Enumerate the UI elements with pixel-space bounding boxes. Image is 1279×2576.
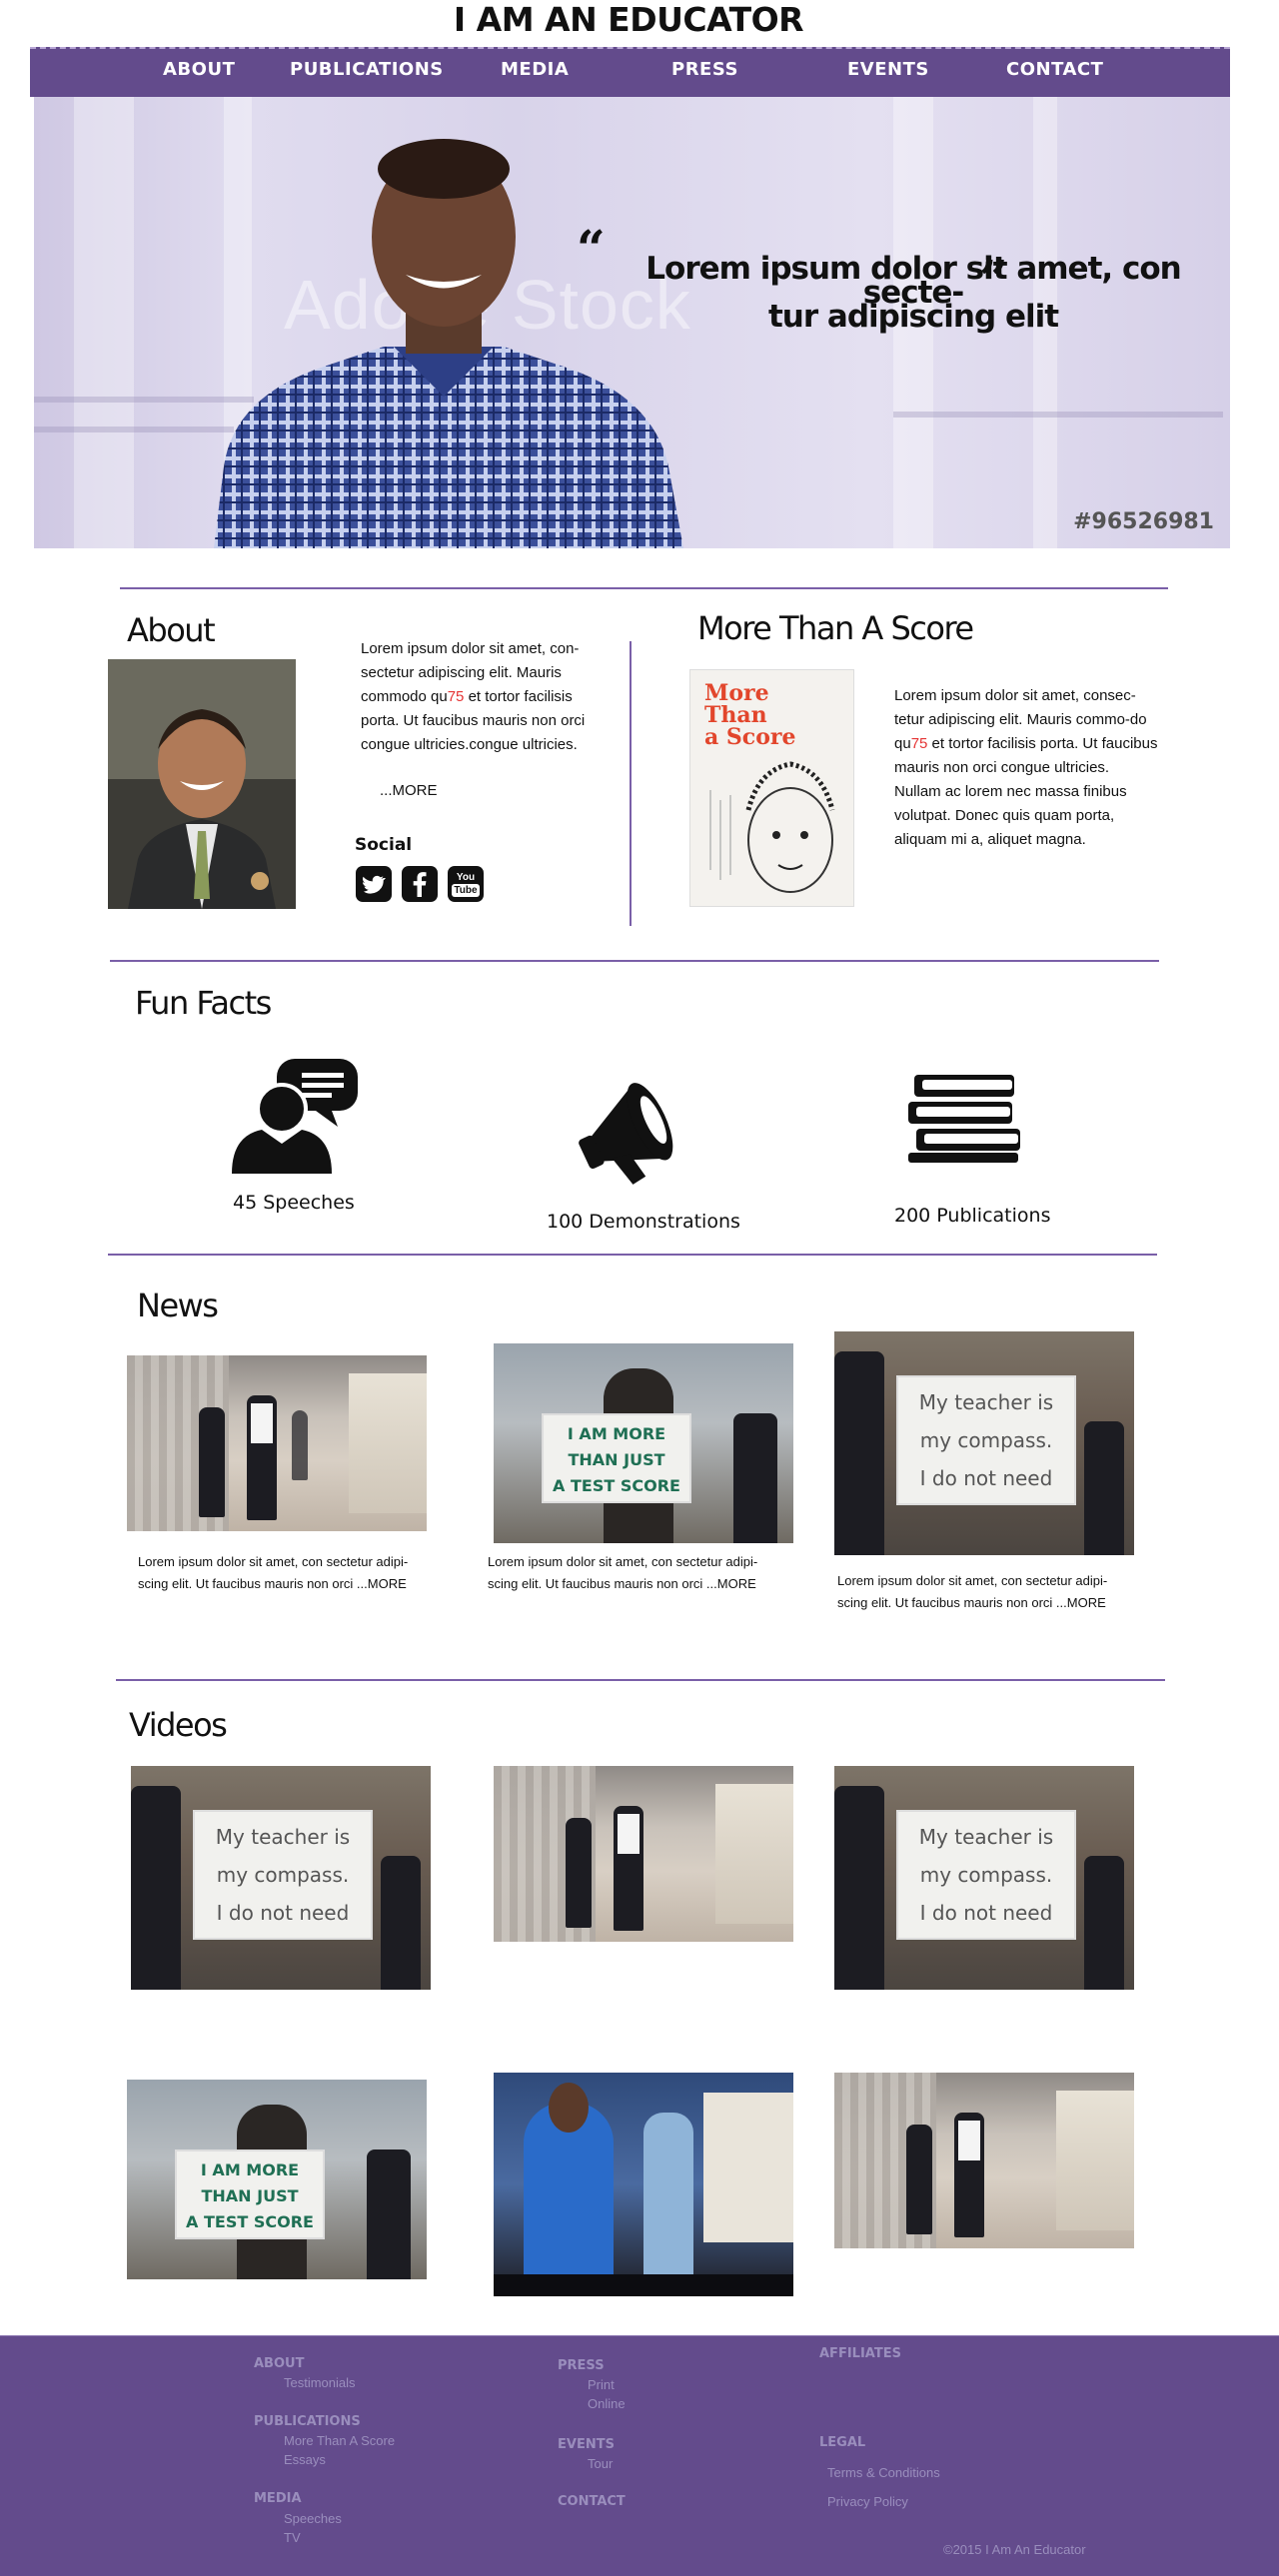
about-more-link[interactable]: ...MORE: [380, 782, 438, 799]
twitter-icon[interactable]: [356, 866, 392, 902]
compass-sign-video-1: My teacher is my compass. I do not need: [193, 1810, 373, 1940]
video-thumb-tv-interview[interactable]: [494, 2073, 793, 2296]
main-navbar: ABOUT PUBLICATIONS MEDIA PRESS EVENTS CO…: [30, 47, 1230, 97]
news-caption-1: Lorem ipsum dolor sit amet, con sectetur…: [138, 1554, 409, 1591]
news-photo-test-score-sign[interactable]: I AM MORE THAN JUST A TEST SCORE: [494, 1343, 793, 1543]
compass-sign-video-2: My teacher is my compass. I do not need: [896, 1810, 1076, 1940]
hero-quote-line-1: Lorem ipsum dolor sit amet, con secte-: [645, 251, 1181, 311]
divider-2: [110, 960, 1159, 962]
video-thumb-hallway-2[interactable]: [834, 2073, 1134, 2248]
footer-copyright: ©2015 I Am An Educator: [943, 2542, 1086, 2557]
compass-sign-video-1-line-3: I do not need: [216, 1901, 350, 1925]
nav-contact[interactable]: CONTACT: [1006, 59, 1103, 80]
footer-speeches-link[interactable]: Speeches: [284, 2511, 342, 2526]
footer-events-link[interactable]: EVENTS: [558, 2437, 615, 2452]
nav-publications[interactable]: PUBLICATIONS: [290, 59, 444, 80]
nav-about[interactable]: ABOUT: [163, 59, 235, 80]
news-heading: News: [137, 1287, 219, 1324]
divider-1: [120, 587, 1168, 589]
score-heading: More Than A Score: [697, 609, 974, 647]
compass-sign-news: My teacher is my compass. I do not need: [896, 1375, 1076, 1505]
site-title: I AM AN EDUCATOR: [453, 0, 804, 39]
news-caption-3: Lorem ipsum dolor sit amet, con sectetur…: [837, 1573, 1108, 1610]
test-score-sign-video: I AM MORE THAN JUST A TEST SCORE: [175, 2149, 325, 2239]
hero-quote-line-2: tur adipiscing elit: [767, 299, 1059, 335]
test-score-sign-news: I AM MORE THAN JUST A TEST SCORE: [542, 1413, 691, 1503]
nav-press[interactable]: PRESS: [671, 59, 738, 80]
score-text-part-2: et tortor facilisis porta. Ut faucibus m…: [894, 735, 1158, 848]
books-icon: [908, 1075, 1020, 1163]
book-cover-sketch: [709, 761, 835, 893]
video-thumb-test-score[interactable]: I AM MORE THAN JUST A TEST SCORE: [127, 2080, 427, 2279]
about-portrait: [108, 659, 296, 909]
test-score-sign-video-line-1: I AM MORE: [200, 2160, 300, 2179]
speaker-icon: [232, 1059, 358, 1174]
footer-online-link[interactable]: Online: [588, 2396, 626, 2411]
site-footer: ABOUT Testimonials PUBLICATIONS More Tha…: [0, 2335, 1279, 2576]
fact-demonstrations-label: 100 Demonstrations: [547, 1211, 740, 1233]
footer-privacy-link[interactable]: Privacy Policy: [827, 2494, 908, 2509]
about-heading: About: [127, 611, 216, 649]
news-photo-hallway[interactable]: [127, 1355, 427, 1531]
footer-publications-link[interactable]: PUBLICATIONS: [254, 2414, 361, 2429]
about-text-highlight: 75: [447, 688, 465, 705]
youtube-icon-tube: Tube: [452, 884, 480, 897]
test-score-sign-news-line-1: I AM MORE: [567, 1424, 666, 1443]
footer-more-than-a-score-link[interactable]: More Than A Score: [284, 2433, 395, 2448]
youtube-icon-you: You: [456, 872, 476, 883]
footer-affiliates-link[interactable]: AFFILIATES: [819, 2346, 901, 2361]
facebook-icon[interactable]: [402, 866, 438, 902]
social-label: Social: [355, 835, 413, 855]
stock-id: #96526981: [1073, 509, 1214, 534]
book-cover[interactable]: More Than a Score: [689, 669, 854, 907]
footer-essays-link[interactable]: Essays: [284, 2452, 326, 2467]
compass-sign-news-line-2: my compass.: [919, 1428, 1053, 1452]
video-thumb-compass-2[interactable]: My teacher is my compass. I do not need: [834, 1766, 1134, 1990]
compass-sign-news-line-1: My teacher is: [918, 1390, 1054, 1414]
footer-tour-link[interactable]: Tour: [588, 2456, 613, 2471]
nav-media[interactable]: MEDIA: [501, 59, 569, 80]
hero-banner: Adobe Stock “ ” Lorem ipsum dolor sit am…: [34, 97, 1230, 548]
youtube-icon[interactable]: You Tube: [448, 866, 484, 902]
news-caption-2: Lorem ipsum dolor sit amet, con sectetur…: [488, 1554, 758, 1591]
footer-terms-link[interactable]: Terms & Conditions: [827, 2465, 940, 2480]
videos-heading: Videos: [129, 1706, 228, 1744]
footer-tv-link[interactable]: TV: [284, 2530, 301, 2545]
nav-events[interactable]: EVENTS: [847, 59, 929, 80]
hero-quote: Lorem ipsum dolor sit amet, con secte- t…: [594, 251, 1230, 335]
video-thumb-compass-1[interactable]: My teacher is my compass. I do not need: [131, 1766, 431, 1990]
footer-print-link[interactable]: Print: [588, 2377, 615, 2392]
compass-sign-video-2-line-3: I do not need: [919, 1901, 1053, 1925]
test-score-sign-video-line-3: A TEST SCORE: [186, 2212, 314, 2231]
score-text: Lorem ipsum dolor sit amet, consec-tetur…: [894, 684, 1159, 852]
test-score-sign-news-line-3: A TEST SCORE: [553, 1476, 680, 1495]
video-thumb-hallway-1[interactable]: [494, 1766, 793, 1942]
footer-legal-link[interactable]: LEGAL: [819, 2435, 865, 2450]
divider-3: [108, 1254, 1157, 1256]
megaphone-icon: [579, 1083, 673, 1185]
compass-sign-news-line-3: I do not need: [919, 1466, 1053, 1490]
compass-sign-video-2-line-1: My teacher is: [918, 1825, 1054, 1849]
about-text: Lorem ipsum dolor sit amet, con-sectetur…: [361, 637, 611, 757]
fact-publications-label: 200 Publications: [894, 1205, 1051, 1227]
divider-4: [116, 1679, 1165, 1681]
about-vertical-divider: [630, 641, 632, 926]
footer-press-link[interactable]: PRESS: [558, 2358, 605, 2373]
footer-about-link[interactable]: ABOUT: [254, 2356, 304, 2371]
test-score-sign-news-line-2: THAN JUST: [568, 1450, 665, 1469]
fun-facts-heading: Fun Facts: [135, 984, 272, 1022]
test-score-sign-video-line-2: THAN JUST: [201, 2186, 299, 2205]
compass-sign-video-1-line-1: My teacher is: [215, 1825, 351, 1849]
footer-contact-link[interactable]: CONTACT: [558, 2494, 626, 2509]
score-text-highlight: 75: [910, 735, 928, 752]
compass-sign-video-2-line-2: my compass.: [919, 1863, 1053, 1887]
fact-speeches-label: 45 Speeches: [233, 1192, 355, 1214]
news-photo-compass-sign[interactable]: My teacher is my compass. I do not need: [834, 1331, 1134, 1555]
footer-testimonials-link[interactable]: Testimonials: [284, 2375, 356, 2390]
compass-sign-video-1-line-2: my compass.: [216, 1863, 350, 1887]
footer-media-link[interactable]: MEDIA: [254, 2491, 302, 2506]
